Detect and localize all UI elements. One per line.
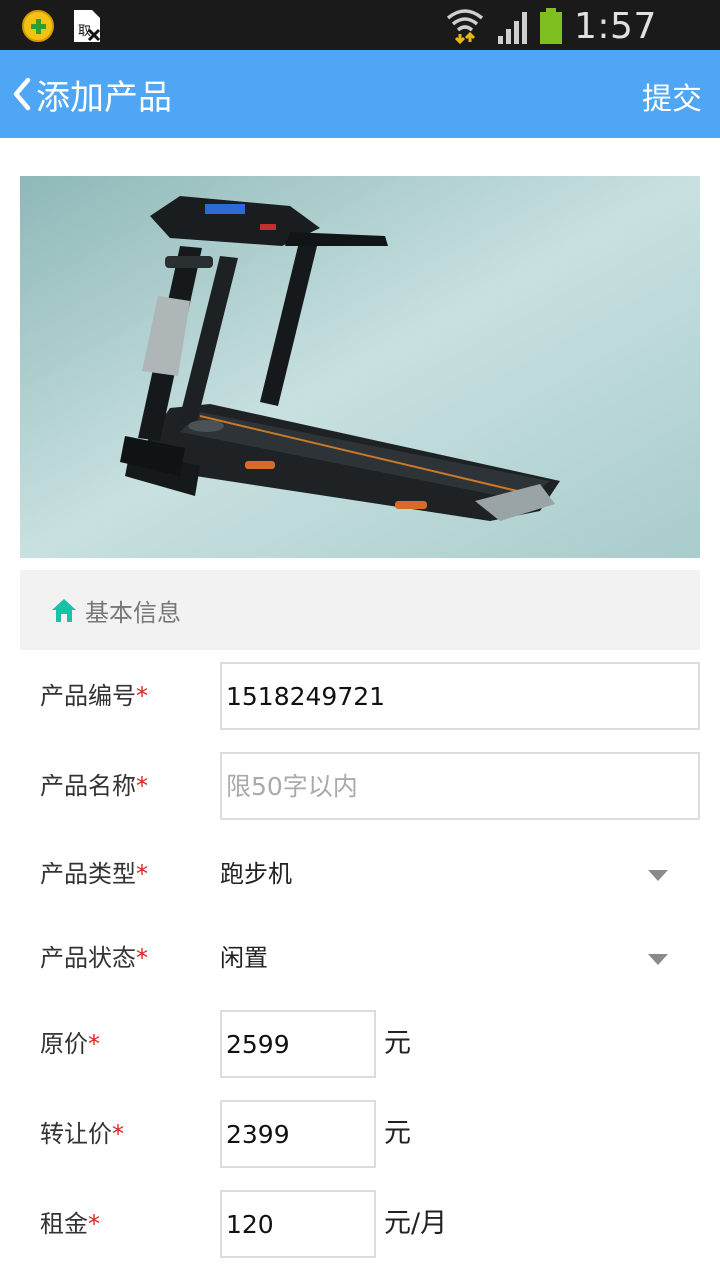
cell-signal-icon bbox=[498, 12, 527, 44]
product-status-value: 闲置 bbox=[220, 944, 268, 972]
section-header: 基本信息 bbox=[20, 570, 700, 650]
sim-card-icon: 取 bbox=[74, 10, 101, 42]
required-mark: * bbox=[136, 772, 148, 800]
product-name-label: 产品名称* bbox=[40, 772, 148, 800]
transfer-price-unit: 元 bbox=[384, 1118, 411, 1149]
original-price-label: 原价* bbox=[40, 1030, 100, 1058]
chevron-down-icon bbox=[648, 954, 668, 965]
original-price-input[interactable] bbox=[220, 1010, 376, 1078]
rent-unit: 元/月 bbox=[384, 1208, 448, 1239]
rent-label: 租金* bbox=[40, 1210, 100, 1238]
wifi-icon bbox=[446, 9, 484, 44]
chevron-left-icon bbox=[13, 77, 31, 111]
battery-icon bbox=[538, 8, 564, 44]
chevron-down-icon bbox=[648, 870, 668, 881]
product-type-select[interactable]: 产品类型* 跑步机 bbox=[0, 840, 720, 908]
treadmill-image bbox=[20, 176, 700, 558]
product-status-label: 产品状态* bbox=[40, 944, 148, 972]
section-title: 基本信息 bbox=[85, 598, 181, 627]
status-bar: 取 1:57 PM bbox=[0, 0, 720, 88]
product-name-input[interactable] bbox=[220, 752, 700, 820]
transfer-price-label: 转让价* bbox=[40, 1120, 124, 1148]
submit-button[interactable]: 提交 bbox=[642, 74, 702, 118]
transfer-price-row: 转让价* 元 bbox=[0, 1100, 720, 1168]
app-header: 添加产品 提交 bbox=[0, 50, 720, 138]
product-type-label: 产品类型* bbox=[40, 860, 148, 888]
required-mark: * bbox=[136, 860, 148, 888]
back-button[interactable]: 添加产品 bbox=[8, 64, 172, 124]
required-mark: * bbox=[88, 1030, 100, 1058]
page-title: 添加产品 bbox=[36, 77, 172, 118]
required-mark: * bbox=[136, 682, 148, 710]
home-icon bbox=[52, 599, 76, 622]
product-status-select[interactable]: 产品状态* 闲置 bbox=[0, 924, 720, 992]
original-price-unit: 元 bbox=[384, 1028, 411, 1059]
app-notification-icon bbox=[22, 10, 54, 42]
product-code-input[interactable] bbox=[220, 662, 700, 730]
product-photo[interactable] bbox=[20, 176, 700, 558]
required-mark: * bbox=[112, 1120, 124, 1148]
rent-row: 租金* 元/月 bbox=[0, 1190, 720, 1258]
required-mark: * bbox=[136, 944, 148, 972]
product-type-value: 跑步机 bbox=[220, 860, 292, 888]
product-code-row: 产品编号* bbox=[0, 662, 720, 730]
transfer-price-input[interactable] bbox=[220, 1100, 376, 1168]
rent-input[interactable] bbox=[220, 1190, 376, 1258]
product-code-label: 产品编号* bbox=[40, 682, 148, 710]
original-price-row: 原价* 元 bbox=[0, 1010, 720, 1078]
required-mark: * bbox=[88, 1210, 100, 1238]
product-name-row: 产品名称* bbox=[0, 752, 720, 820]
